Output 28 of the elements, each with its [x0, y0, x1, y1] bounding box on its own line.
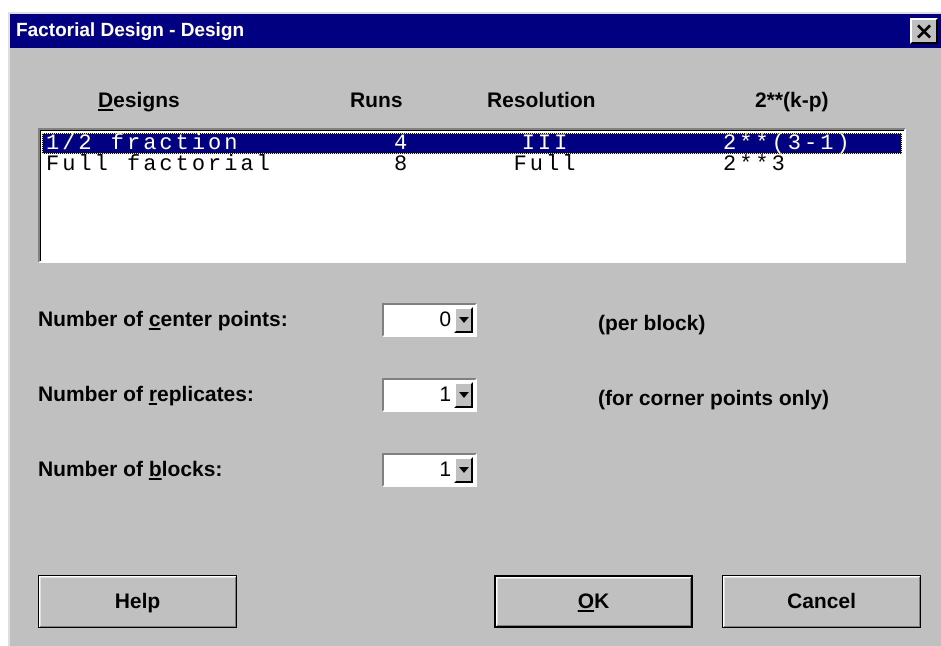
number-combo[interactable]: 1: [382, 378, 477, 412]
list-cell-text: Full: [512, 154, 580, 175]
list-cell-text: III: [522, 133, 570, 154]
list-cell-text: Full factorial: [46, 154, 274, 175]
list-cell-text: 2**3: [722, 154, 788, 175]
column-header: 2**(k-p): [755, 89, 830, 113]
column-header: Runs: [350, 89, 404, 113]
dialog-button[interactable]: OK: [494, 575, 693, 628]
number-combo[interactable]: 1: [382, 453, 477, 487]
dialog-button[interactable]: Cancel: [722, 575, 921, 628]
list-item[interactable]: Full factorial 8 Full 2**3: [42, 154, 902, 175]
list-item[interactable]: 1/2 fraction 4 III 2**(3-1): [42, 133, 902, 154]
close-button[interactable]: ×: [910, 18, 938, 44]
list-cell-text: 4: [394, 133, 412, 154]
dialog-button[interactable]: Help: [38, 575, 237, 628]
field-label: Number of center points:: [38, 308, 289, 332]
number-combo[interactable]: 0: [382, 303, 477, 337]
column-header: Designs: [98, 89, 181, 113]
column-header: Resolution: [487, 89, 596, 113]
field-label: Number of blocks:: [38, 458, 224, 482]
list-cell-text: 8: [394, 154, 412, 175]
window-title: Factorial Design - Design: [16, 20, 244, 42]
designs-list[interactable]: 1/2 fraction 4 III 2**(3-1) Full factorial 8 Full 2**3: [38, 128, 906, 263]
field-label: Number of replicates:: [38, 383, 255, 407]
field-note: (for corner points only): [598, 386, 830, 411]
list-cell-text: 2**(3-1): [722, 133, 854, 154]
list-cell-text: 1/2 fraction: [46, 133, 240, 154]
field-note: (per block): [598, 311, 706, 336]
